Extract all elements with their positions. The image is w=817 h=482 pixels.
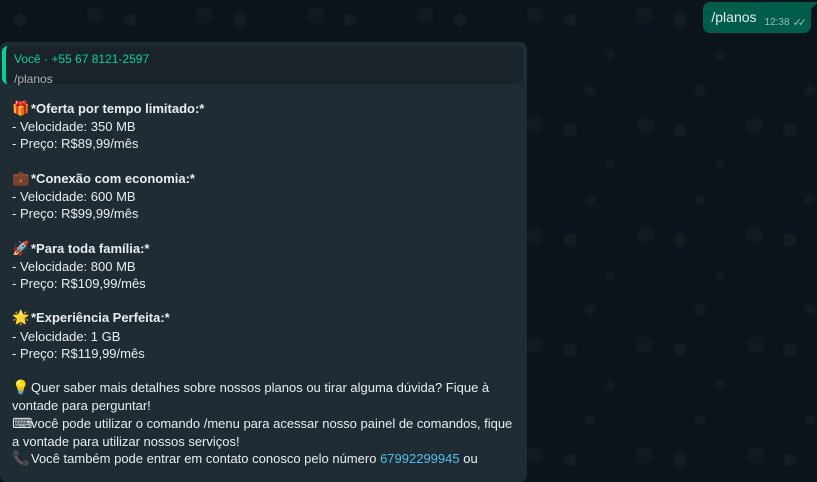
- keyboard-icon: ⌨: [12, 415, 33, 432]
- lightbulb-icon: 💡: [12, 380, 30, 397]
- plan-speed: - Velocidade: 800 MB: [12, 258, 136, 274]
- quoted-message[interactable]: Você · +55 67 8121-2597 /planos: [2, 46, 523, 86]
- plan-title: *Oferta por tempo limitado:*: [31, 101, 205, 116]
- menu-paragraph: ⌨você pode utilizar o comando /menu para…: [12, 415, 519, 450]
- phone-number-link[interactable]: 67992299945: [380, 451, 460, 466]
- star-icon: 🌟: [12, 310, 30, 327]
- outgoing-message[interactable]: /planos 12:38 ✓✓: [703, 2, 817, 33]
- plan-price: - Preço: R$109,99/mês: [12, 276, 146, 291]
- plan-price: - Preço: R$99,99/mês: [12, 206, 139, 222]
- plan-price: - Preço: R$119,99/mês: [12, 345, 145, 361]
- outgoing-message-meta: 12:38 ✓✓: [764, 16, 808, 29]
- contact-paragraph: 📞 Você também pode entrar em contato cono…: [12, 450, 519, 468]
- plan-title: *Experiência Perfeita:*: [31, 310, 170, 326]
- plan-title-line: 🎁 *Oferta por tempo limitado:*: [12, 100, 519, 118]
- quoted-text: /planos: [14, 72, 53, 86]
- message-time: 12:38: [764, 17, 790, 28]
- info-paragraph: 💡 Quer saber mais detalhes sobre nossos p…: [12, 379, 519, 414]
- plan-speed: - Velocidade: 600 MB: [12, 189, 136, 204]
- plan-speed: - Velocidade: 1 GB: [12, 328, 121, 344]
- outgoing-message-text: /planos: [711, 9, 757, 25]
- plan-title-line: 💼 *Conexão com economia:*: [12, 170, 519, 188]
- rocket-icon: 🚀: [12, 240, 30, 257]
- plan-title-line: 🌟 *Experiência Perfeita:*: [12, 309, 519, 327]
- info-text: Quer saber mais detalhes sobre nossos pl…: [12, 380, 490, 414]
- double-check-icon: ✓✓: [792, 16, 808, 29]
- briefcase-icon: 💼: [12, 170, 30, 187]
- plan-title: *Conexão com economia:*: [31, 170, 195, 186]
- plan-title: *Para toda família:*: [31, 240, 150, 256]
- gift-icon: 🎁: [12, 101, 30, 117]
- plan-speed: - Velocidade: 350 MB: [12, 119, 136, 135]
- menu-text: você pode utilizar o comando /menu para …: [12, 415, 513, 449]
- contact-suffix: ou: [463, 451, 478, 466]
- quoted-author: Você · +55 67 8121-2597: [14, 52, 150, 66]
- plan-title-line: 🚀 *Para toda família:*: [12, 240, 519, 258]
- phone-icon: 📞: [12, 451, 30, 467]
- plan-price: - Preço: R$89,99/mês: [12, 136, 139, 152]
- incoming-message[interactable]: Você · +55 67 8121-2597 /planos 🎁 *Oferta…: [0, 42, 527, 482]
- message-body: 🎁 *Oferta por tempo limitado:* - Velocida…: [8, 100, 519, 468]
- contact-text: Você também pode entrar em contato conos…: [31, 451, 377, 466]
